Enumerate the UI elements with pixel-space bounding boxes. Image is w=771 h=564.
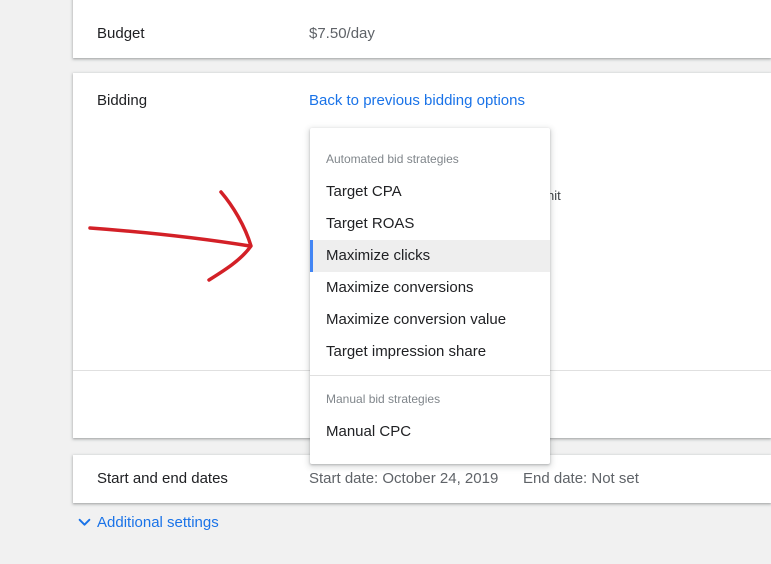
menu-item-maximize-conversions[interactable]: Maximize conversions (310, 272, 550, 304)
menu-divider (310, 375, 550, 376)
start-date-value: Start date: October 24, 2019 (309, 470, 499, 487)
budget-value: $7.50/day (309, 25, 375, 42)
campaign-settings-page: Budget $7.50/day Bidding Back to previou… (0, 0, 771, 564)
dates-label: Start and end dates (97, 470, 228, 487)
menu-item-target-impression-share[interactable]: Target impression share (310, 336, 550, 368)
bidding-label: Bidding (97, 92, 148, 109)
menu-item-manual-cpc[interactable]: Manual CPC (310, 416, 550, 448)
additional-settings-toggle[interactable]: Additional settings (78, 514, 219, 531)
menu-item-maximize-clicks[interactable]: Maximize clicks (310, 240, 550, 272)
end-date-value: End date: Not set (523, 470, 639, 487)
back-to-previous-bidding-link[interactable]: Back to previous bidding options (309, 92, 525, 109)
budget-row[interactable]: Budget $7.50/day (73, 0, 771, 58)
chevron-down-icon (78, 518, 91, 526)
menu-item-target-cpa[interactable]: Target CPA (310, 176, 550, 208)
menu-item-maximize-conversion-value[interactable]: Maximize conversion value (310, 304, 550, 336)
manual-group-header: Manual bid strategies (326, 392, 441, 406)
bid-strategy-dropdown: Automated bid strategies Target CPA Targ… (310, 128, 550, 464)
menu-item-target-roas[interactable]: Target ROAS (310, 208, 550, 240)
automated-group-header: Automated bid strategies (326, 152, 459, 166)
budget-label: Budget (97, 25, 145, 42)
additional-settings-label: Additional settings (97, 514, 219, 531)
